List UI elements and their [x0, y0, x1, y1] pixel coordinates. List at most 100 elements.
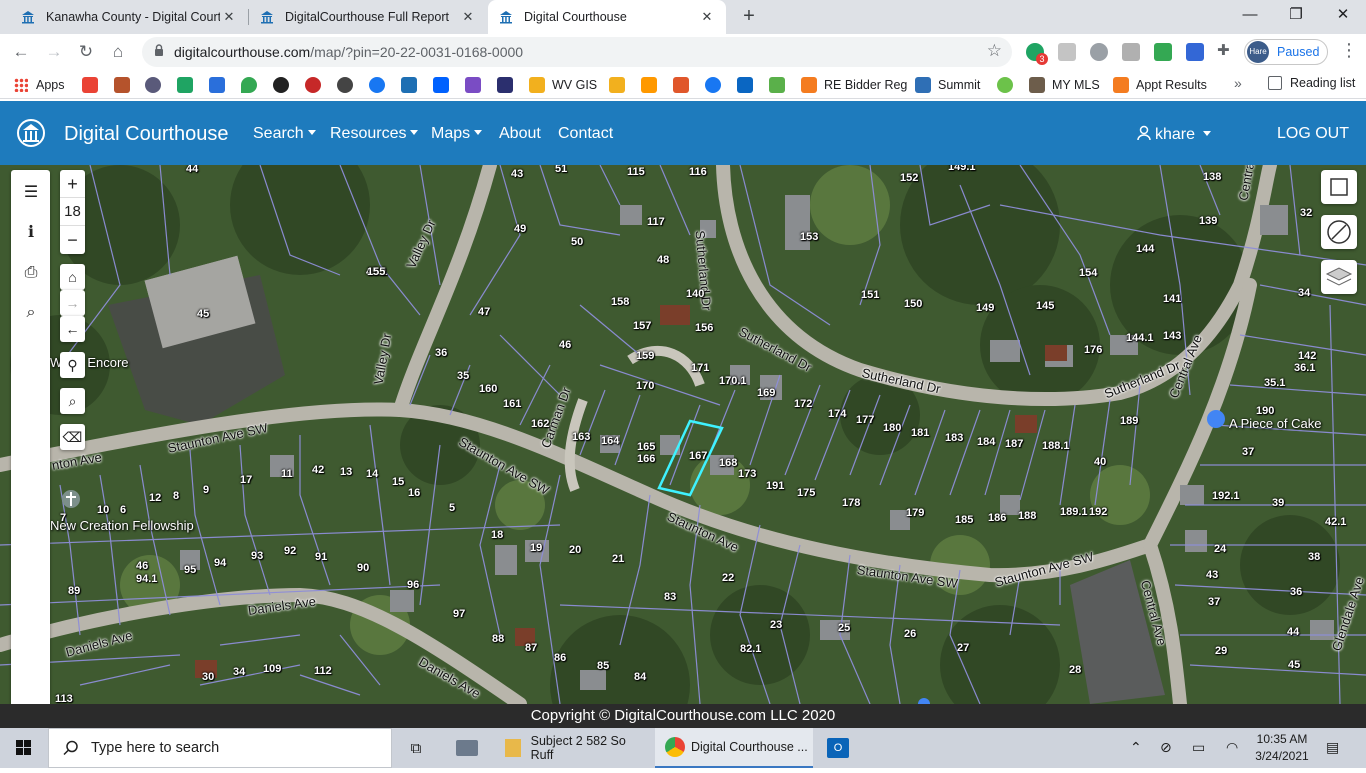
- close-icon[interactable]: ✕: [220, 9, 238, 25]
- parcel-label[interactable]: 5: [449, 502, 455, 514]
- parcel-label[interactable]: 189.1: [1060, 506, 1088, 518]
- nav-resources[interactable]: Resources: [330, 125, 419, 143]
- layers-button[interactable]: [1321, 260, 1357, 294]
- facebook-icon[interactable]: [369, 76, 385, 93]
- parcel-label[interactable]: 16: [408, 487, 420, 499]
- bookmark-icon[interactable]: [114, 76, 130, 93]
- parcel-label[interactable]: 82.1: [740, 643, 761, 655]
- task-view-icon[interactable]: ⧉: [404, 728, 428, 768]
- parcel-label[interactable]: 141: [1163, 293, 1181, 305]
- parcel-label[interactable]: 143: [1163, 330, 1181, 342]
- zoom-search-icon[interactable]: ⌕: [20, 302, 42, 324]
- parcel-label[interactable]: 37: [1242, 446, 1254, 458]
- parcel-label[interactable]: 191: [766, 480, 784, 492]
- parcel-label[interactable]: 11: [281, 468, 293, 480]
- parcel-label[interactable]: 42: [312, 464, 324, 476]
- parcel-label[interactable]: 45: [1288, 659, 1300, 671]
- parcel-label[interactable]: 163: [572, 431, 590, 443]
- app-icon[interactable]: [450, 728, 484, 768]
- logo-icon[interactable]: [16, 118, 46, 148]
- zoom-out-button[interactable]: −: [60, 226, 85, 254]
- wifi-icon[interactable]: ◠: [1226, 739, 1238, 756]
- window-close-button[interactable]: ✕: [1320, 0, 1366, 32]
- parcel-label[interactable]: 19: [530, 542, 542, 554]
- extension-icon[interactable]: [1122, 43, 1140, 61]
- drive-icon[interactable]: [177, 76, 193, 93]
- print-icon[interactable]: ⎙: [20, 262, 42, 284]
- parcel-label[interactable]: 174: [828, 408, 846, 420]
- network-off-icon[interactable]: ⊘: [1160, 739, 1172, 756]
- more-bookmarks-icon[interactable]: »: [1234, 75, 1242, 91]
- chevron-up-icon[interactable]: ⌃: [1130, 739, 1142, 756]
- reading-list-button[interactable]: Reading list: [1268, 76, 1355, 90]
- parcel-label[interactable]: 22: [722, 572, 734, 584]
- bookmark-summit[interactable]: Summit: [915, 76, 980, 93]
- previous-extent-button[interactable]: ←: [60, 316, 85, 342]
- parcel-label[interactable]: 116: [689, 166, 707, 178]
- bookmark-icon[interactable]: [769, 76, 785, 93]
- parcel-label[interactable]: 138: [1203, 171, 1221, 183]
- menu-icon[interactable]: ⋮: [1340, 40, 1358, 61]
- extension-dropbox-icon[interactable]: [1090, 43, 1108, 61]
- measure-button[interactable]: [1321, 215, 1357, 249]
- bookmark-icon[interactable]: [273, 76, 289, 93]
- parcel-label[interactable]: 151: [861, 289, 879, 301]
- parcel-label[interactable]: 140: [686, 288, 704, 300]
- zoom-in-button[interactable]: +: [60, 170, 85, 198]
- bookmark-icon[interactable]: [997, 76, 1013, 93]
- parcel-label[interactable]: 142: [1298, 350, 1316, 362]
- parcel-label[interactable]: 34: [1298, 287, 1310, 299]
- bookmark-my-mls[interactable]: MY MLS: [1029, 76, 1100, 93]
- parcel-label[interactable]: 6: [120, 504, 126, 516]
- parcel-label[interactable]: 90: [357, 562, 369, 574]
- parcel-label[interactable]: 28: [1069, 664, 1081, 676]
- parcel-label[interactable]: 149: [976, 302, 994, 314]
- bookmark-icon[interactable]: [305, 76, 321, 93]
- parcel-label[interactable]: 36: [435, 347, 447, 359]
- parcel-label[interactable]: 86: [554, 652, 566, 664]
- courthouse-icon[interactable]: [401, 76, 417, 93]
- bookmark-re-bidder-reg[interactable]: RE Bidder Reg: [801, 76, 907, 93]
- tab-kanawha[interactable]: Kanawha County - Digital Courth ✕: [10, 0, 248, 34]
- parcel-label[interactable]: 46: [559, 339, 571, 351]
- poi-label[interactable]: New Creation Fellowship: [50, 518, 194, 533]
- parcel-label[interactable]: 15: [392, 476, 404, 488]
- parcel-label[interactable]: 149.1: [948, 165, 976, 173]
- windows-start-button[interactable]: [0, 728, 48, 768]
- parcel-label[interactable]: 7: [60, 512, 66, 524]
- poi-label[interactable]: A Piece of Cake: [1229, 416, 1322, 431]
- parcel-label[interactable]: 21: [612, 553, 624, 565]
- parcel-label[interactable]: 43: [511, 168, 523, 180]
- parcel-label[interactable]: 178: [842, 497, 860, 509]
- parcel-label[interactable]: 44: [1287, 626, 1299, 638]
- parcel-label[interactable]: 158: [611, 296, 629, 308]
- parcel-label[interactable]: 155: [367, 266, 385, 278]
- parcel-label[interactable]: 173: [738, 468, 756, 480]
- parcel-label[interactable]: 85: [597, 660, 609, 672]
- linkedin-icon[interactable]: [737, 76, 753, 93]
- parcel-label[interactable]: 88: [492, 633, 504, 645]
- parcel-label[interactable]: 192: [1089, 506, 1107, 518]
- parcel-label[interactable]: 93: [251, 550, 263, 562]
- parcel-label[interactable]: 159: [636, 350, 654, 362]
- parcel-label[interactable]: 12: [149, 492, 161, 504]
- parcel-label[interactable]: 51: [555, 165, 567, 175]
- parcel-label[interactable]: 188: [1018, 510, 1036, 522]
- parcel-label[interactable]: 83: [664, 591, 676, 603]
- bookmark-icon[interactable]: [145, 76, 161, 93]
- parcel-label[interactable]: 115: [627, 166, 645, 178]
- parcel-label[interactable]: 177: [856, 414, 874, 426]
- parcel-label[interactable]: 179: [906, 507, 924, 519]
- bookmark-star-icon[interactable]: ☆: [987, 41, 1002, 61]
- parcel-label[interactable]: 35: [457, 370, 469, 382]
- parcel-label[interactable]: 145: [1036, 300, 1054, 312]
- address-bar[interactable]: digitalcourthouse.com/map/?pin=20-22-003…: [142, 37, 1012, 67]
- parcel-label[interactable]: 170.1: [719, 375, 747, 387]
- parcel-label[interactable]: 144.1: [1126, 332, 1154, 344]
- parcel-label[interactable]: 150: [904, 298, 922, 310]
- parcel-label[interactable]: 97: [453, 608, 465, 620]
- taskbar-search[interactable]: Type here to search: [48, 728, 392, 768]
- parcel-label[interactable]: 87: [525, 642, 537, 654]
- parcel-label[interactable]: 181: [911, 427, 929, 439]
- parcel-label[interactable]: 29: [1215, 645, 1227, 657]
